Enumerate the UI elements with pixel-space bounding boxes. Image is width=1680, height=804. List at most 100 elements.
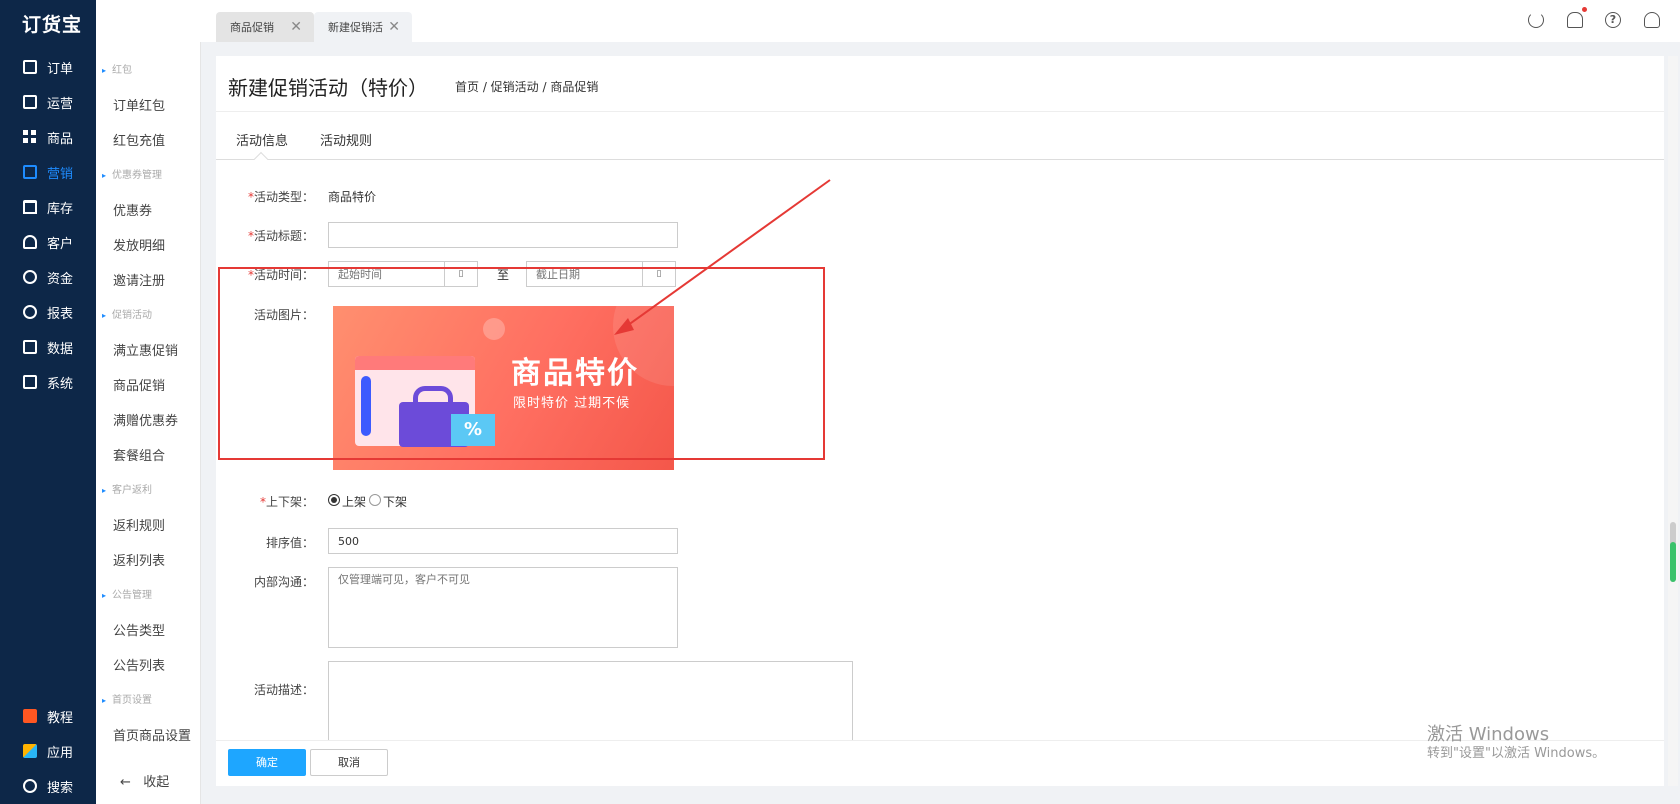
nav-item-label: 订单 bbox=[47, 61, 74, 77]
submenu-item[interactable]: 邀请注册 bbox=[113, 270, 165, 289]
data-search-icon bbox=[23, 340, 37, 354]
radio-label: 下架 bbox=[383, 495, 408, 509]
submenu-item[interactable]: 优惠券 bbox=[113, 200, 152, 219]
submenu-group: 公告管理 bbox=[102, 586, 152, 601]
submenu-group: 客户返利 bbox=[102, 481, 152, 496]
nav-item-inventory[interactable]: 库存 bbox=[0, 191, 96, 223]
tab-activity-rules[interactable]: 活动规则 bbox=[320, 130, 372, 149]
tab-product-promotion[interactable]: 商品促销 ✕ bbox=[216, 12, 314, 42]
submenu-group: 首页设置 bbox=[102, 691, 152, 706]
submenu-item[interactable]: 满赠优惠券 bbox=[113, 410, 178, 429]
monitor-icon bbox=[23, 375, 37, 389]
nav-item-label: 报表 bbox=[47, 306, 74, 322]
submenu-group: 红包 bbox=[102, 61, 132, 76]
tab-label: 商品促销 bbox=[230, 21, 274, 34]
cube-icon bbox=[23, 744, 37, 758]
sub-menu: 红包 订单红包 红包充值 优惠券管理 优惠券 发放明细 邀请注册 促销活动 满立… bbox=[96, 40, 201, 804]
highlight-box bbox=[218, 267, 825, 460]
divider bbox=[216, 111, 1664, 112]
type-value: 商品特价 bbox=[328, 190, 377, 204]
grid-icon bbox=[23, 130, 37, 144]
order-icon bbox=[23, 60, 37, 74]
refresh-icon[interactable] bbox=[1528, 12, 1544, 28]
sort-input[interactable] bbox=[328, 528, 678, 554]
breadcrumb[interactable]: 首页 / 促销活动 / 商品促销 bbox=[455, 78, 598, 95]
nav-item-orders[interactable]: 订单 bbox=[0, 51, 96, 83]
tab-new-promotion[interactable]: 新建促销活 ✕ bbox=[314, 12, 412, 42]
submenu-group: 优惠券管理 bbox=[102, 166, 162, 181]
desc-label: 活动描述： bbox=[253, 683, 314, 697]
tab-indicator bbox=[253, 151, 269, 167]
nav-item-label: 应用 bbox=[47, 745, 74, 761]
internal-note-textarea[interactable] bbox=[328, 567, 678, 648]
sort-label: 排序值： bbox=[265, 536, 314, 550]
bag-icon bbox=[23, 165, 37, 179]
pie-chart-icon bbox=[23, 305, 37, 319]
warehouse-icon bbox=[23, 200, 37, 214]
nav-item-label: 资金 bbox=[47, 271, 74, 287]
nav-item-search[interactable]: 搜索 bbox=[0, 770, 96, 802]
submenu-item[interactable]: 红包充值 bbox=[113, 130, 165, 149]
scrollbar-thumb-active[interactable] bbox=[1670, 542, 1676, 582]
confirm-button[interactable]: 确定 bbox=[228, 749, 306, 776]
tab-activity-info[interactable]: 活动信息 bbox=[236, 130, 288, 149]
submenu-item[interactable]: 公告类型 bbox=[113, 620, 165, 639]
arrow-left-icon: ← bbox=[120, 775, 144, 790]
page-title: 新建促销活动（特价） bbox=[228, 76, 428, 100]
nav-item-label: 客户 bbox=[47, 236, 74, 252]
nav-item-label: 数据 bbox=[47, 341, 74, 357]
nav-item-label: 营销 bbox=[47, 166, 74, 182]
nav-item-apps[interactable]: 应用 bbox=[0, 735, 96, 767]
close-icon[interactable]: ✕ bbox=[388, 19, 400, 35]
tab-underline bbox=[216, 159, 1664, 160]
collapse-label: 收起 bbox=[143, 775, 170, 790]
close-icon[interactable]: ✕ bbox=[290, 19, 302, 35]
nav-item-label: 系统 bbox=[47, 376, 74, 392]
nav-item-system[interactable]: 系统 bbox=[0, 366, 96, 398]
collapse-button[interactable]: ← 收起 bbox=[120, 771, 169, 790]
nav-item-label: 商品 bbox=[47, 131, 74, 147]
cancel-button[interactable]: 取消 bbox=[310, 749, 388, 776]
nav-item-label: 教程 bbox=[47, 710, 74, 726]
bell-icon[interactable] bbox=[1567, 7, 1587, 28]
nav-item-tutorial[interactable]: 教程 bbox=[0, 700, 96, 732]
nav-item-data[interactable]: 数据 bbox=[0, 331, 96, 363]
submenu-item[interactable]: 订单红包 bbox=[113, 95, 165, 114]
tab-label: 新建促销活 bbox=[328, 21, 383, 34]
nav-item-label: 运营 bbox=[47, 96, 74, 112]
user-icon[interactable] bbox=[1644, 12, 1660, 28]
nav-item-operations[interactable]: 运营 bbox=[0, 86, 96, 118]
radio-label: 上架 bbox=[342, 495, 367, 509]
nav-item-label: 搜索 bbox=[47, 780, 74, 796]
top-bar: 商品促销 ✕ 新建促销活 ✕ ? bbox=[96, 0, 1680, 42]
radio-off-shelf[interactable] bbox=[369, 494, 381, 506]
radio-on-shelf[interactable] bbox=[328, 494, 340, 506]
submenu-item[interactable]: 首页商品设置 bbox=[113, 725, 191, 744]
search-icon bbox=[23, 779, 37, 793]
watermark-text: 转到"设置"以激活 Windows。 bbox=[1427, 746, 1606, 761]
submenu-item[interactable]: 套餐组合 bbox=[113, 445, 165, 464]
submenu-item[interactable]: 公告列表 bbox=[113, 655, 165, 674]
nav-item-marketing[interactable]: 营销 bbox=[0, 156, 96, 188]
money-bag-icon bbox=[23, 270, 37, 284]
scrollbar[interactable] bbox=[1668, 56, 1678, 786]
activity-title-input[interactable] bbox=[328, 222, 678, 248]
type-label: *活动类型： bbox=[247, 190, 314, 204]
submenu-item[interactable]: 满立惠促销 bbox=[113, 340, 178, 359]
submenu-item[interactable]: 发放明细 bbox=[113, 235, 165, 254]
left-nav: 订货宝 订单 运营 商品 营销 库存 客户 资金 报表 数据 系统 教程 应用 … bbox=[0, 0, 96, 804]
app-logo: 订货宝 bbox=[22, 14, 83, 36]
submenu-group: 促销活动 bbox=[102, 306, 152, 321]
submenu-item[interactable]: 商品促销 bbox=[113, 375, 165, 394]
submenu-item[interactable]: 返利规则 bbox=[113, 515, 165, 534]
chat-icon bbox=[23, 95, 37, 109]
title-label: *活动标题： bbox=[247, 229, 314, 243]
nav-item-reports[interactable]: 报表 bbox=[0, 296, 96, 328]
nav-item-funds[interactable]: 资金 bbox=[0, 261, 96, 293]
nav-item-products[interactable]: 商品 bbox=[0, 121, 96, 153]
help-icon[interactable]: ? bbox=[1605, 12, 1621, 28]
video-icon bbox=[23, 709, 37, 723]
user-icon bbox=[23, 235, 37, 249]
nav-item-customers[interactable]: 客户 bbox=[0, 226, 96, 258]
submenu-item[interactable]: 返利列表 bbox=[113, 550, 165, 569]
